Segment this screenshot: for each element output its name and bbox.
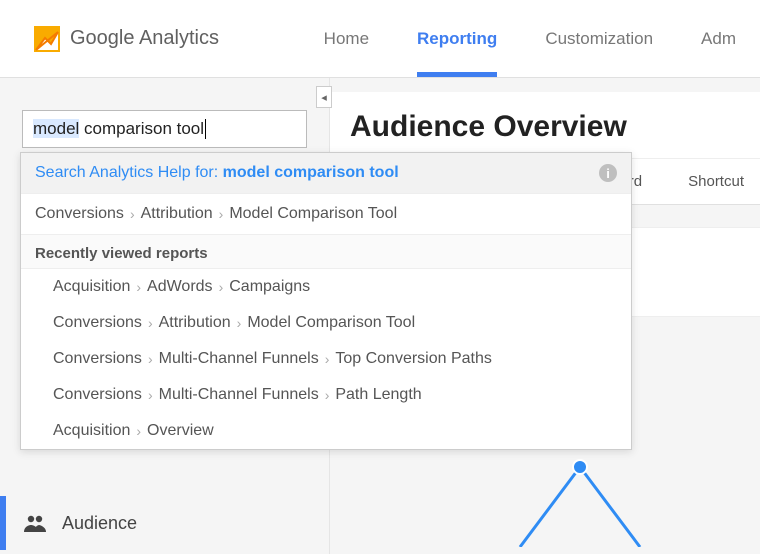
recent-report-row[interactable]: Conversions› Multi-Channel Funnels› Path… [21,377,631,413]
info-icon: i [599,164,617,182]
recent-report-row[interactable]: Conversions› Attribution› Model Comparis… [21,305,631,341]
breadcrumb-part: AdWords [147,278,213,296]
recent-report-row[interactable]: Acquisition› Overview [21,413,631,449]
nav-customization[interactable]: Customization [521,0,677,77]
audience-icon [24,514,46,532]
breadcrumb-part: Attribution [159,314,231,332]
chevron-right-icon: › [319,387,336,403]
page-title: Audience Overview [350,110,627,144]
breadcrumb-part: Model Comparison Tool [247,314,415,332]
search-result-row[interactable]: Conversions › Attribution › Model Compar… [21,194,631,235]
breadcrumb-part: Conversions [53,350,142,368]
analytics-logo-icon [34,26,60,52]
logo-text: Google Analytics [70,27,219,50]
nav-home[interactable]: Home [300,0,393,77]
chevron-right-icon: › [213,206,230,222]
search-help-prefix: Search Analytics Help for: [35,164,223,181]
sidebar-item-audience[interactable]: Audience [0,496,329,550]
search-help-query: model comparison tool [223,164,399,181]
search-text-rest: comparison tool [79,119,204,138]
page-title-bar: Audience Overview [330,92,760,159]
text-cursor [205,119,206,139]
recent-report-row[interactable]: Acquisition› AdWords› Campaigns [21,269,631,305]
nav-reporting[interactable]: Reporting [393,0,521,77]
main-nav: Home Reporting Customization Adm [300,0,760,77]
chevron-right-icon: › [213,279,230,295]
report-search-input[interactable]: model comparison tool [22,110,307,148]
chevron-right-icon: › [130,423,147,439]
search-help-row[interactable]: Search Analytics Help for: model compari… [21,153,631,194]
chevron-right-icon: › [142,315,159,331]
breadcrumb-part: Acquisition [53,278,130,296]
breadcrumb-part: Conversions [53,314,142,332]
breadcrumb-part: Acquisition [53,422,130,440]
breadcrumb-part: Model Comparison Tool [229,205,397,223]
breadcrumb-part: Conversions [53,386,142,404]
breadcrumb-part: Multi-Channel Funnels [159,386,319,404]
chevron-right-icon: › [319,351,336,367]
breadcrumb-part: Campaigns [229,278,310,296]
breadcrumb-part: Path Length [335,386,421,404]
topbar: Google Analytics Home Reporting Customiz… [0,0,760,78]
breadcrumb-part: Overview [147,422,214,440]
toolbar-shortcut[interactable]: Shortcut [678,173,754,190]
chevron-right-icon: › [231,315,248,331]
nav-admin[interactable]: Adm [677,0,760,77]
logo[interactable]: Google Analytics [34,26,219,52]
search-dropdown: Search Analytics Help for: model compari… [20,152,632,450]
breadcrumb-part: Top Conversion Paths [335,350,492,368]
chevron-right-icon: › [130,279,147,295]
recent-reports-list: Acquisition› AdWords› Campaigns Conversi… [21,269,631,449]
breadcrumb-part: Attribution [141,205,213,223]
search-text-highlighted: model [33,119,79,138]
chevron-right-icon: › [142,351,159,367]
chevron-right-icon: › [124,206,141,222]
sidebar-item-label: Audience [62,513,137,534]
breadcrumb-part: Multi-Channel Funnels [159,350,319,368]
breadcrumb-part: Conversions [35,205,124,223]
sidebar-collapse-handle[interactable]: ◂ [316,86,332,108]
chevron-left-icon: ◂ [321,91,327,104]
recent-report-row[interactable]: Conversions› Multi-Channel Funnels› Top … [21,341,631,377]
chevron-right-icon: › [142,387,159,403]
recent-reports-header: Recently viewed reports [21,235,631,269]
